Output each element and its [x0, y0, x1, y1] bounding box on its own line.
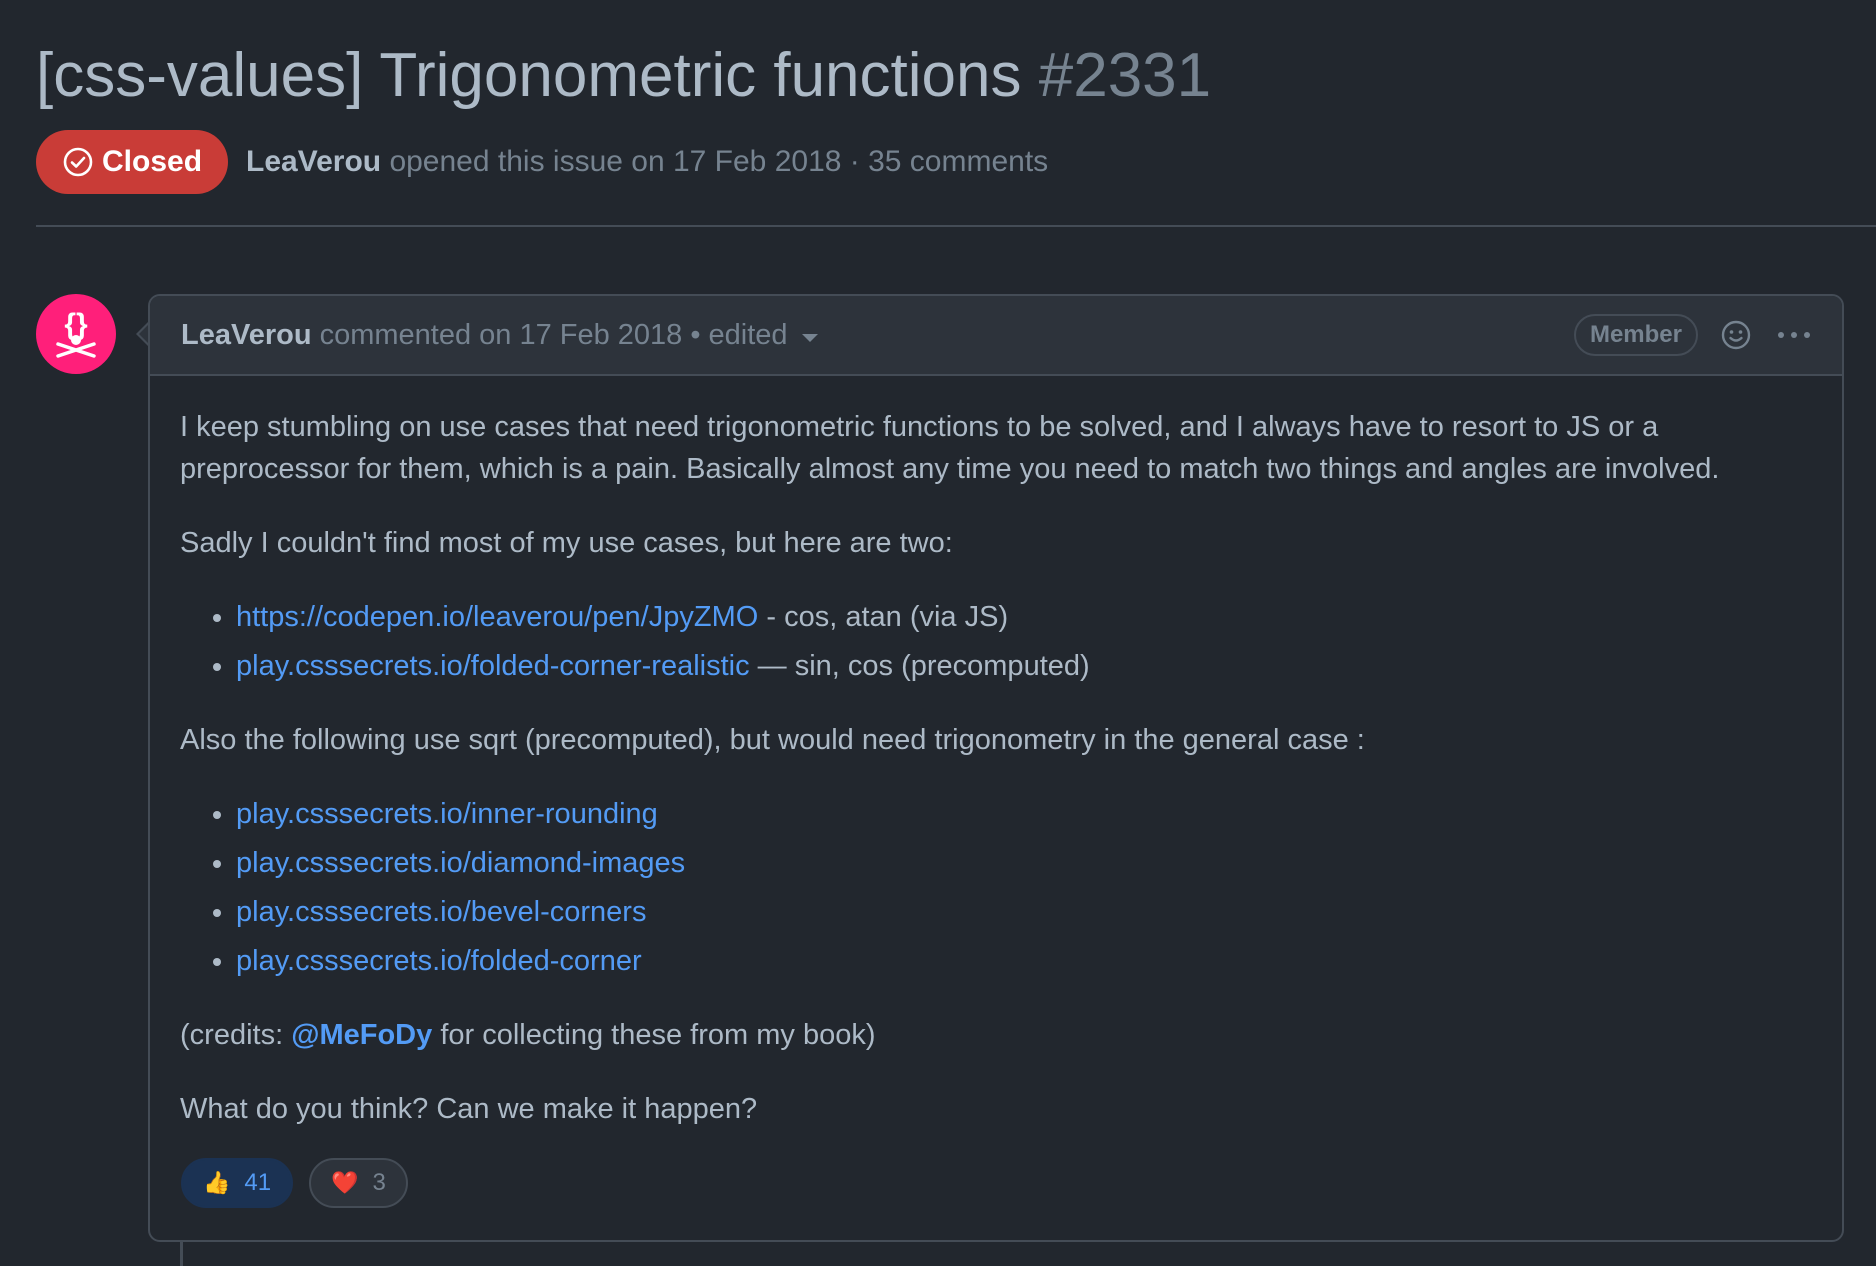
credits-prefix: (credits:: [180, 1019, 292, 1051]
diamond-images-link[interactable]: play.csssecrets.io/diamond-images: [236, 847, 685, 879]
issue-title: [css-values] Trigonometric functions #23…: [36, 32, 1211, 120]
issue-page: [css-values] Trigonometric functions #23…: [0, 0, 1876, 1266]
role-badge: Member: [1573, 314, 1698, 356]
list-item: play.csssecrets.io/folded-corner-realist…: [236, 645, 1812, 687]
bevel-corners-link[interactable]: play.csssecrets.io/bevel-corners: [236, 896, 646, 928]
issue-title-text: [css-values] Trigonometric functions: [36, 41, 1022, 110]
comment-paragraph: Also the following use sqrt (precomputed…: [180, 724, 1365, 756]
issue-meta-text: LeaVerou opened this issue on 17 Feb 201…: [246, 145, 1048, 179]
comment-paragraph: What do you think? Can we make it happen…: [180, 1093, 758, 1125]
comment-timestamp[interactable]: commented on 17 Feb 2018: [320, 319, 683, 352]
comment-author-link[interactable]: LeaVerou: [181, 319, 312, 352]
issue-opened-info: opened this issue on 17 Feb 2018 · 35 co…: [389, 145, 1049, 178]
timeline-line: [180, 1242, 183, 1266]
list-item-note: — sin, cos (precomputed): [749, 650, 1090, 682]
heart-icon: ❤️: [331, 1170, 359, 1195]
add-reaction-button[interactable]: [1720, 319, 1752, 351]
comment-paragraph: I keep stumbling on use cases that need …: [180, 411, 1720, 485]
list-item: https://codepen.io/leaverou/pen/JpyZMO -…: [236, 596, 1812, 638]
credits-suffix: for collecting these from my book): [432, 1019, 876, 1051]
folded-corner-link[interactable]: play.csssecrets.io/folded-corner: [236, 945, 642, 977]
reaction-count: 41: [244, 1169, 272, 1196]
thumbs-up-icon: 👍: [203, 1170, 231, 1195]
check-circle-icon: [63, 147, 93, 177]
more-options-button[interactable]: [1776, 330, 1812, 340]
comment-body: I keep stumbling on use cases that need …: [150, 376, 1842, 1130]
list-item: play.csssecrets.io/folded-corner: [236, 940, 1812, 982]
use-case-list: https://codepen.io/leaverou/pen/JpyZMO -…: [180, 596, 1812, 687]
comment-paragraph: Sadly I couldn't find most of my use cas…: [180, 527, 953, 559]
list-item-note: - cos, atan (via JS): [758, 601, 1009, 633]
issue-author-link[interactable]: LeaVerou: [246, 145, 381, 178]
kebab-horizontal-icon: [1778, 332, 1810, 338]
css-logo-avatar: {}: [56, 308, 96, 358]
comment-card: LeaVerou commented on 17 Feb 2018 • edit…: [148, 294, 1844, 1242]
codepen-link[interactable]: https://codepen.io/leaverou/pen/JpyZMO: [236, 601, 758, 633]
sqrt-use-case-list: play.csssecrets.io/inner-rounding play.c…: [180, 793, 1812, 982]
heart-reaction-button[interactable]: ❤️ 3: [309, 1158, 408, 1208]
thumbs-up-reaction-button[interactable]: 👍 41: [181, 1158, 294, 1208]
inner-rounding-link[interactable]: play.csssecrets.io/inner-rounding: [236, 798, 658, 830]
reactions-bar: 👍 41 ❤️ 3: [150, 1158, 1842, 1208]
state-label: Closed: [102, 145, 203, 178]
issue-meta: Closed LeaVerou opened this issue on 17 …: [36, 130, 1048, 194]
issue-number: #2331: [1038, 41, 1212, 110]
folded-corner-realistic-link[interactable]: play.csssecrets.io/folded-corner-realist…: [236, 650, 750, 682]
list-item: play.csssecrets.io/bevel-corners: [236, 891, 1812, 933]
state-badge: Closed: [36, 130, 229, 194]
smiley-icon: [1721, 320, 1751, 350]
header-divider: [36, 225, 1876, 227]
edited-label: • edited: [690, 318, 788, 351]
user-mention-link[interactable]: @MeFoDy: [291, 1019, 432, 1051]
credits-paragraph: (credits: @MeFoDy for collecting these f…: [180, 1014, 1812, 1056]
triangle-down-icon: [801, 334, 818, 342]
list-item: play.csssecrets.io/inner-rounding: [236, 793, 1812, 835]
avatar[interactable]: {}: [36, 294, 116, 374]
reaction-count: 3: [372, 1169, 386, 1196]
edited-dropdown[interactable]: • edited: [690, 318, 818, 352]
list-item: play.csssecrets.io/diamond-images: [236, 842, 1812, 884]
comment-header: LeaVerou commented on 17 Feb 2018 • edit…: [150, 296, 1842, 376]
